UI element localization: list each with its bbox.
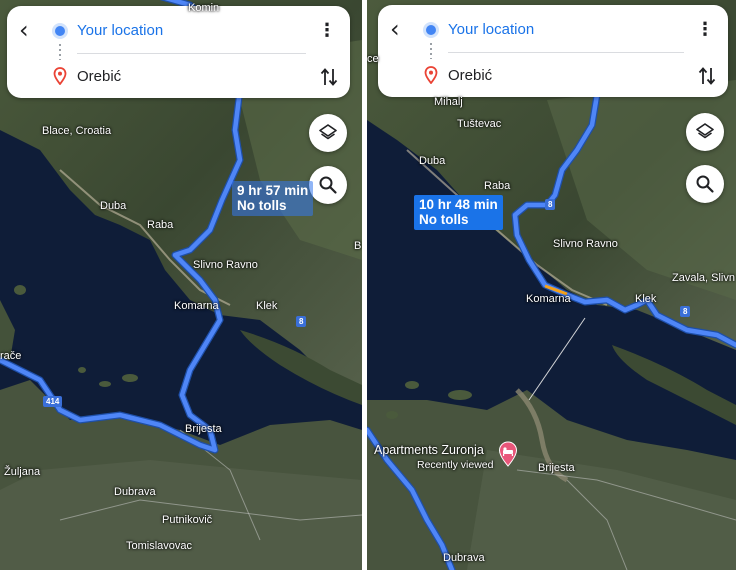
search-button[interactable]: [686, 165, 724, 203]
field-divider: [448, 52, 684, 53]
place-label: rače: [0, 350, 22, 362]
search-button[interactable]: [309, 166, 347, 204]
place-label: Blace, Croatia: [42, 125, 112, 137]
place-label: Tuštevac: [457, 118, 502, 130]
place-label: Žuljana: [4, 466, 41, 478]
screen-right: ‹ Your location Orebić ⋮ 10 hr 48 min No…: [367, 0, 736, 570]
layers-button[interactable]: [309, 114, 347, 152]
origin-dot-icon: [426, 25, 436, 35]
place-label: Duba: [419, 155, 446, 167]
search-icon: [319, 176, 337, 194]
place-label: Klek: [635, 293, 657, 305]
layers-icon: [319, 124, 337, 140]
place-label: Slivno Ravno: [193, 259, 258, 271]
place-label: Raba: [484, 180, 511, 192]
origin-field[interactable]: Your location: [448, 21, 534, 38]
directions-card: ‹ Your location Orebić ⋮: [7, 6, 350, 98]
more-vert-icon[interactable]: ⋮: [696, 21, 714, 39]
bed-pin-icon[interactable]: [498, 441, 518, 467]
destination-field[interactable]: Orebić: [77, 68, 121, 85]
route-note: No tolls: [237, 198, 287, 213]
place-label: Brijesta: [538, 462, 575, 474]
route-duration: 9 hr 57 min: [237, 183, 309, 198]
more-vert-icon[interactable]: ⋮: [318, 22, 336, 40]
swap-vert-icon[interactable]: [320, 66, 338, 88]
search-icon: [696, 175, 714, 193]
destination-pin-icon: [53, 67, 67, 85]
layers-icon: [696, 123, 714, 139]
place-label: Dubrava: [114, 486, 156, 498]
route-note: No tolls: [419, 212, 469, 227]
route-duration-callout[interactable]: 9 hr 57 min No tolls: [232, 181, 314, 216]
back-arrow-icon[interactable]: ‹: [390, 17, 410, 41]
place-label: Raba: [147, 219, 174, 231]
back-arrow-icon[interactable]: ‹: [19, 18, 39, 42]
place-label: Komin: [188, 2, 220, 14]
place-label: Klek: [256, 300, 278, 312]
place-label: Komarna: [526, 293, 571, 305]
road-shield: 8: [680, 306, 691, 317]
poi-subtitle: Recently viewed: [417, 459, 494, 471]
poi-name[interactable]: Apartments Zuronja: [374, 443, 484, 457]
origin-dot-icon: [55, 26, 65, 36]
place-label: ce: [367, 53, 379, 65]
layers-button[interactable]: [686, 113, 724, 151]
route-duration: 10 hr 48 min: [419, 197, 498, 212]
destination-field[interactable]: Orebić: [448, 67, 492, 84]
route-dots-icon: [59, 44, 61, 60]
place-label: Slivno Ravno: [553, 238, 618, 250]
field-divider: [77, 53, 306, 54]
route-duration-callout[interactable]: 10 hr 48 min No tolls: [414, 195, 503, 230]
place-label: Duba: [100, 200, 127, 212]
swap-vert-icon[interactable]: [698, 65, 716, 87]
place-label: Brijesta: [185, 423, 222, 435]
road-shield: 414: [43, 396, 63, 407]
place-label: Putnikovič: [162, 514, 213, 526]
destination-pin-icon: [424, 66, 438, 84]
place-label: B: [354, 240, 362, 252]
place-label: Dubrava: [443, 552, 485, 564]
directions-card: ‹ Your location Orebić ⋮: [378, 5, 728, 97]
road-shield: 8: [545, 199, 556, 210]
place-label: Komarna: [174, 300, 219, 312]
origin-field[interactable]: Your location: [77, 22, 163, 39]
place-label: Mihalj: [434, 96, 463, 108]
place-label: Tomislavovac: [126, 540, 193, 552]
place-label: Zavala, Slivn: [672, 272, 735, 284]
road-shield: 8: [296, 316, 307, 327]
route-dots-icon: [430, 43, 432, 59]
screen-left: ‹ Your location Orebić ⋮ 9 hr 57 min No …: [0, 0, 362, 570]
